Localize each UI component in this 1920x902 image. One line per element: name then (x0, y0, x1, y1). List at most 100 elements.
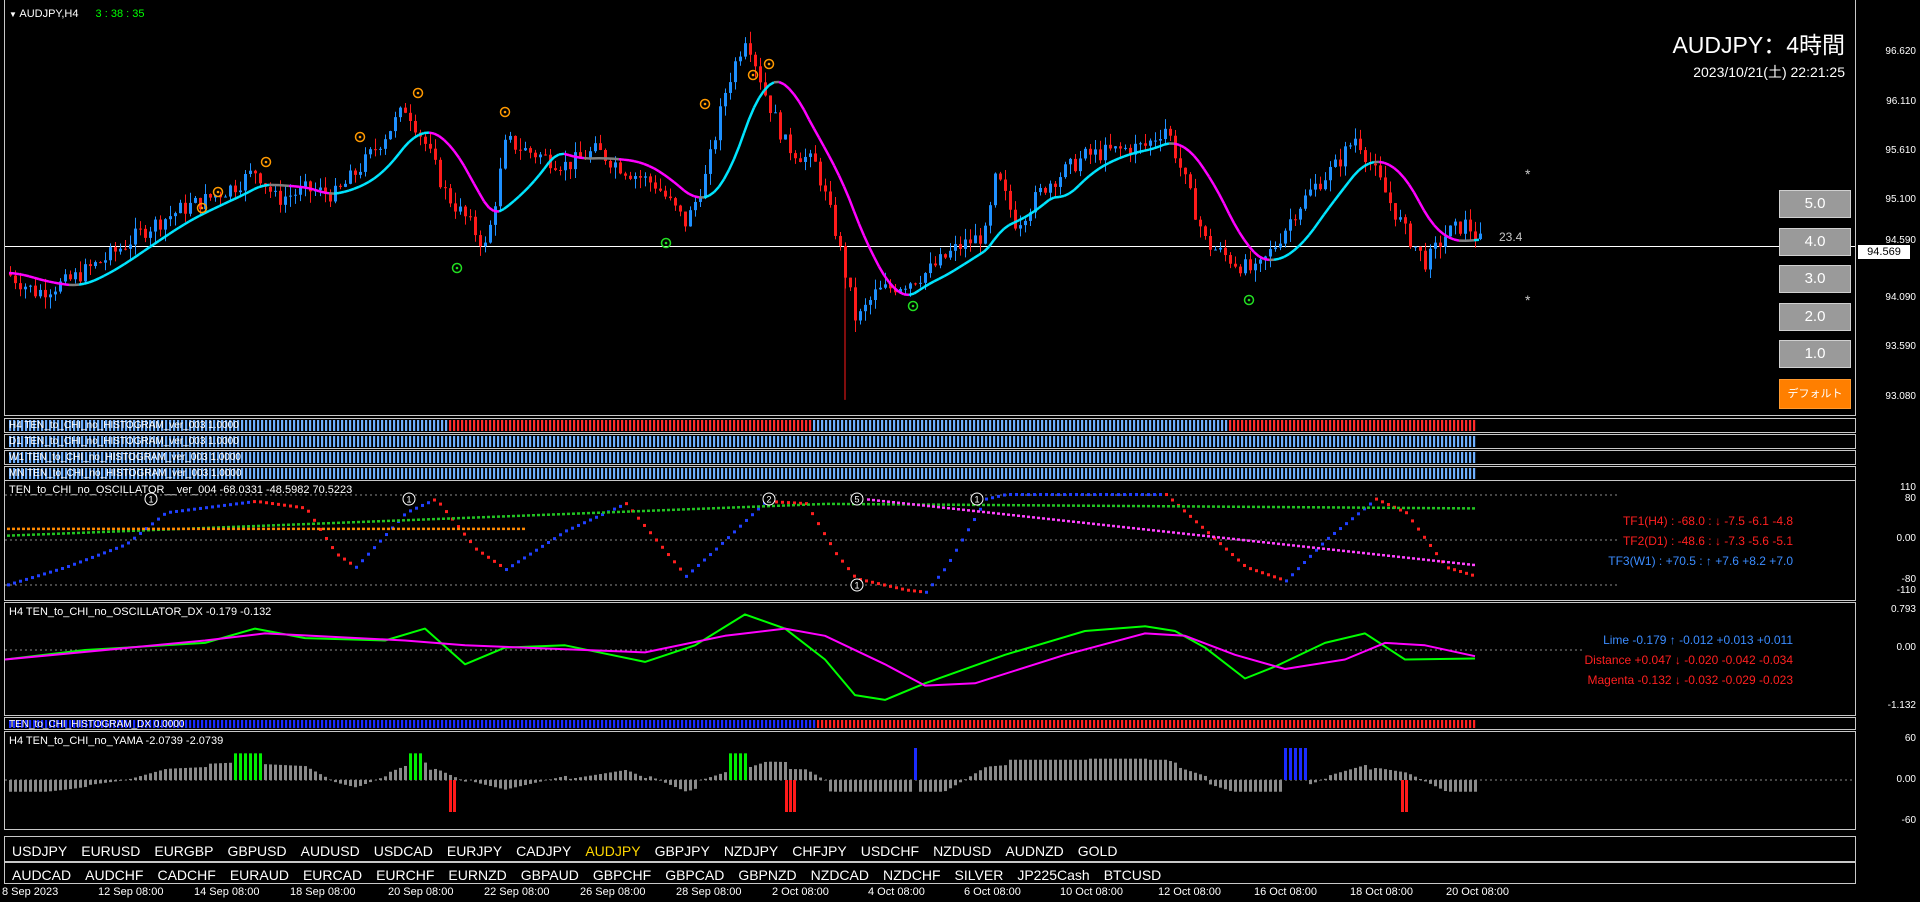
histogram-strip-mn[interactable]: MN TEN_to_CHI_no_HISTOGRAM_ver_003 1.000… (4, 466, 1856, 481)
oscillator-tf3-point (1107, 504, 1110, 508)
preset-button-4[interactable]: 4.0 (1779, 228, 1851, 256)
moving-average-segment (343, 189, 350, 194)
candle-body (924, 273, 927, 283)
yama-bar (239, 753, 242, 780)
histogram-dx-bar (377, 720, 380, 728)
symbol-link-eurnzd[interactable]: EURNZD (448, 867, 506, 883)
candle-body (879, 287, 882, 290)
symbol-link-gbpchf[interactable]: GBPCHF (593, 867, 651, 883)
time-axis-label: 18 Oct 08:00 (1350, 886, 1413, 898)
oscillator-tf3-point (342, 521, 345, 524)
symbol-link-eurjpy[interactable]: EURJPY (447, 843, 502, 859)
oscillator-tf2-point (132, 527, 135, 531)
yama-bar (224, 762, 227, 780)
price-chart-pane[interactable]: ▼ AUDJPY,H4 3 : 38 : 35 AUDJPY：4時間 2023/… (4, 0, 1856, 416)
time-axis-label: 10 Oct 08:00 (1060, 886, 1123, 898)
yama-bar (1209, 780, 1212, 785)
oscillator-tf3-point (377, 520, 380, 523)
symbol-link-eurgbp[interactable]: EURGBP (154, 843, 213, 859)
histogram-strip-h4[interactable]: H4 TEN_to_CHI_no_HISTOGRAM_ver_003 1.000… (4, 418, 1856, 433)
oscillator-tf2-point (487, 527, 490, 531)
histogram-strip-d1[interactable]: D1 TEN_to_CHI_no_HISTOGRAM_ver_003 1.000… (4, 434, 1856, 449)
yama-bar (644, 777, 647, 780)
symbol-link-chfjpy[interactable]: CHFJPY (792, 843, 846, 859)
symbol-link-audusd[interactable]: AUDUSD (301, 843, 360, 859)
symbol-link-nzdjpy[interactable]: NZDJPY (724, 843, 778, 859)
symbol-link-usdchf[interactable]: USDCHF (861, 843, 919, 859)
oscillator-pane[interactable]: TEN_to_CHI_no_OSCILLATOR__ver_004 -68.03… (4, 480, 1856, 601)
symbol-link-cadchf[interactable]: CADCHF (157, 867, 215, 883)
histogram-dx-bar (1317, 720, 1320, 728)
oscillator-dx-pane[interactable]: H4 TEN_to_CHI_no_OSCILLATOR_DX -0.179 -0… (4, 602, 1856, 716)
oscillator-tf3-point (982, 503, 985, 507)
symbol-link-nzdusd[interactable]: NZDUSD (933, 843, 991, 859)
yama-pane[interactable]: H4 TEN_to_CHI_no_YAMA -2.0739 -2.0739 (4, 731, 1856, 830)
candlestick-chart[interactable] (5, 0, 1855, 414)
histogram-dx-bar (817, 720, 820, 728)
moving-average-segment (388, 159, 395, 167)
default-button[interactable]: デフォルト (1779, 379, 1851, 409)
yama-bar (1424, 780, 1427, 782)
symbol-link-nzdchf[interactable]: NZDCHF (883, 867, 941, 883)
oscillator-tf2-point (212, 527, 215, 531)
preset-button-2[interactable]: 2.0 (1779, 303, 1851, 331)
histogram-dx-bar (1169, 720, 1172, 728)
oscillator-tf3-point (1277, 505, 1280, 509)
histogram-dx-bar (829, 720, 832, 728)
symbol-link-usdjpy[interactable]: USDJPY (12, 843, 67, 859)
oscillator-tf1-point (211, 505, 214, 509)
candle-body (704, 173, 707, 199)
symbol-link-cadjpy[interactable]: CADJPY (516, 843, 571, 859)
oscillator-tf3-point (542, 513, 545, 517)
candle-body (814, 153, 817, 162)
histogram-dx-bar (1333, 720, 1336, 728)
symbol-link-btcusd[interactable]: BTCUSD (1104, 867, 1162, 883)
yama-bar (1219, 780, 1222, 788)
symbol-link-gbpusd[interactable]: GBPUSD (227, 843, 286, 859)
symbol-link-audnzd[interactable]: AUDNZD (1005, 843, 1063, 859)
symbol-link-audchf[interactable]: AUDCHF (85, 867, 143, 883)
oscillator-tf2-point (357, 527, 360, 531)
symbol-link-eurusd[interactable]: EURUSD (81, 843, 140, 859)
symbol-link-jp225cash[interactable]: JP225Cash (1017, 867, 1089, 883)
symbol-link-gold[interactable]: GOLD (1078, 843, 1118, 859)
oscillator-tf1-point (877, 582, 880, 586)
oscillator-tf3-point (1267, 505, 1270, 509)
symbol-link-gbpjpy[interactable]: GBPJPY (655, 843, 710, 859)
symbol-link-gbpnzd[interactable]: GBPNZD (738, 867, 796, 883)
symbol-link-gbpaud[interactable]: GBPAUD (521, 867, 579, 883)
symbol-link-silver[interactable]: SILVER (955, 867, 1004, 883)
histogram-dx-bar (1029, 720, 1032, 728)
preset-button-3[interactable]: 3.0 (1779, 265, 1851, 293)
symbol-link-audcad[interactable]: AUDCAD (12, 867, 71, 883)
histogram-dx-bar (553, 720, 556, 728)
histogram-dx-bar (905, 720, 908, 728)
histogram-strip-w1[interactable]: W1 TEN_to_CHI_no_HISTOGRAM_ver_003 1.000… (4, 450, 1856, 465)
symbol-link-nzdcad[interactable]: NZDCAD (811, 867, 869, 883)
oscillator-tf1-point (1009, 493, 1012, 497)
symbol-link-audjpy[interactable]: AUDJPY (585, 843, 640, 859)
yama-bar (904, 780, 907, 792)
moving-average-segment (1383, 161, 1390, 166)
symbol-link-eurcad[interactable]: EURCAD (303, 867, 362, 883)
histogram-dx-bar (1465, 720, 1468, 728)
preset-button-1[interactable]: 1.0 (1779, 340, 1851, 368)
candle-body (644, 176, 647, 178)
oscillator-tf1-point (781, 500, 784, 504)
histogram-dx-bar (1149, 720, 1152, 728)
candle-body (714, 140, 717, 150)
oscillator-tf1-point (247, 500, 250, 504)
symbol-link-euraud[interactable]: EURAUD (230, 867, 289, 883)
symbol-link-usdcad[interactable]: USDCAD (374, 843, 433, 859)
histogram-dx-bar (641, 720, 644, 728)
symbol-link-eurchf[interactable]: EURCHF (376, 867, 434, 883)
oscillator-tf2-point (1022, 515, 1025, 518)
symbol-link-gbpcad[interactable]: GBPCAD (665, 867, 724, 883)
oscillator-tf2-point (1042, 517, 1045, 520)
histogram-dx-pane[interactable]: TEN_to_CHI_HISTOGRAM_DX 0.0000 (4, 717, 1856, 730)
histogram-dx-bar (625, 720, 628, 728)
preset-button-5[interactable]: 5.0 (1779, 190, 1851, 218)
oscillator-tf2-point (362, 527, 365, 531)
oscillator-tf2-point (1182, 532, 1185, 535)
histogram-dx-bar (805, 720, 808, 728)
